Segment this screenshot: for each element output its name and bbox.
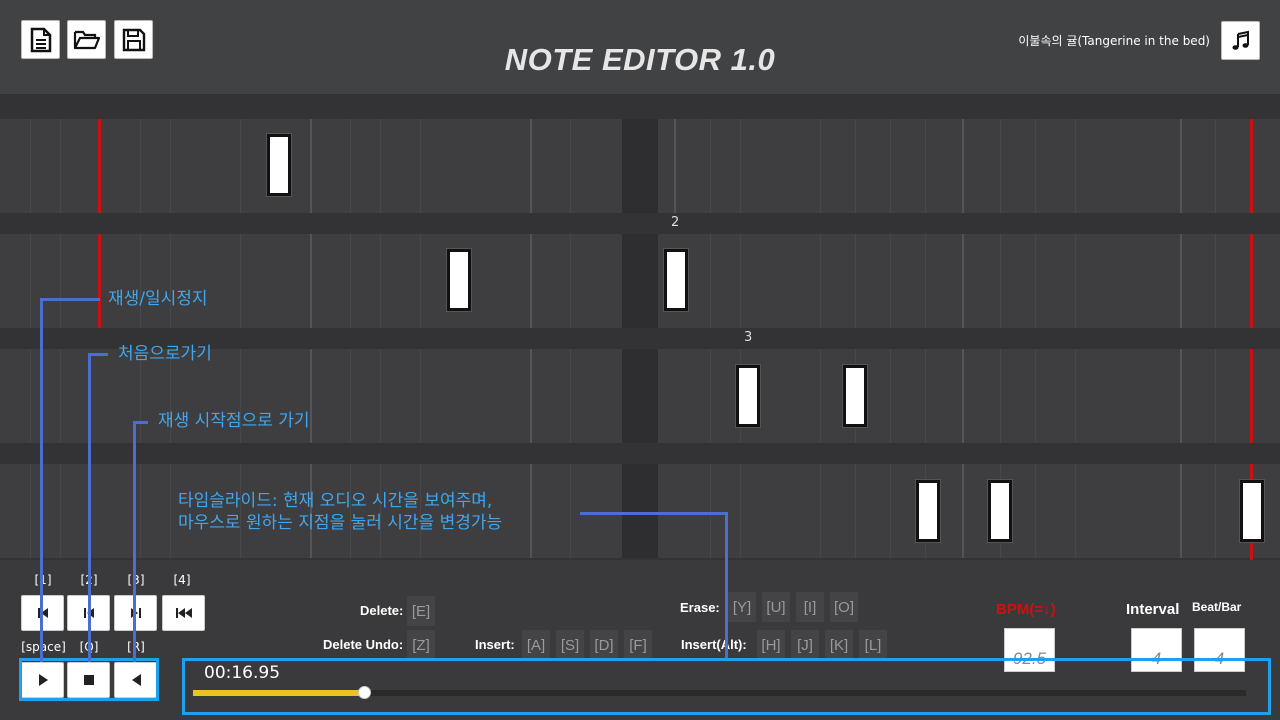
lane-row[interactable] [0,234,1280,328]
note[interactable] [842,364,868,428]
annotation-line [725,512,728,658]
note[interactable] [987,479,1013,543]
annotation-play-pause: 재생/일시정지 [108,289,208,309]
key-hint: [1] [34,573,52,587]
bpm-label: BPM(=↓) [996,601,1056,618]
fast-rewind-icon [175,608,192,618]
bar-line-red [1250,349,1253,443]
erase-label: Erase: [680,600,720,615]
annotation-line [88,353,108,356]
insert-label: Insert: [475,637,515,652]
note[interactable] [446,248,472,312]
insert-key: [F] [624,630,652,660]
note[interactable] [1239,479,1265,543]
note-editor-app: NOTE EDITOR 1.0 이불속의 귤(Tangerine in the … [0,0,1280,720]
key-hint: [4] [173,573,191,587]
annotation-line [40,298,43,662]
delete-key: [E] [407,596,435,626]
annotation-go-play-start: 재생 시작점으로 가기 [158,411,310,431]
insert-alt-label: Insert(Alt): [681,637,747,652]
erase-key: [U] [762,592,790,622]
annotation-time-slider-line1: 타임슬라이드: 현재 오디오 시간을 보여주며, [178,491,493,511]
transport-highlight-box [19,658,159,701]
annotation-time-slider-line2: 마우스로 원하는 지점을 눌러 시간을 변경가능 [178,513,503,533]
bar-line-red [98,119,101,213]
insert-alt-key: [J] [791,630,819,660]
bar-number: 2 [671,215,680,230]
delete-undo-label: Delete Undo: [323,637,404,652]
lane-row[interactable] [0,119,1280,213]
erase-key: [Y] [728,592,756,622]
bar-line-red [1250,119,1253,213]
song-title: 이불속의 귤(Tangerine in the bed) [1018,34,1210,48]
beat-per-bar-label: Beat/Bar [1192,600,1242,614]
erase-key: [O] [830,592,859,622]
key-hint: [R] [116,640,156,654]
insert-key: [S] [556,630,584,660]
time-slider-highlight-box [182,658,1271,715]
insert-alt-key: [K] [825,630,853,660]
annotation-line [40,298,100,301]
note[interactable] [915,479,941,543]
bar-line-red [1250,234,1253,328]
delete-undo-key: [Z] [407,630,435,660]
music-select-button[interactable] [1221,21,1260,60]
header: NOTE EDITOR 1.0 이불속의 귤(Tangerine in the … [0,0,1280,94]
note[interactable] [663,248,689,312]
annotation-line [88,353,91,662]
insert-alt-key: [L] [859,630,887,660]
erase-key: [I] [796,592,824,622]
annotation-go-start: 처음으로가기 [118,344,212,364]
annotation-line [133,421,136,662]
interval-label: Interval [1126,601,1180,618]
insert-alt-key: [H] [757,630,785,660]
key-hint: [3] [127,573,145,587]
delete-label: Delete: [360,603,404,618]
key-hint: [space] [21,640,66,654]
insert-key: [A] [522,630,550,660]
rewind-to-start-button[interactable] [162,595,205,631]
annotation-line [580,512,728,515]
note[interactable] [266,133,292,197]
bar-line-red [98,234,101,328]
insert-key: [D] [590,630,618,660]
music-note-icon [1232,30,1249,50]
annotation-line [133,421,148,424]
note[interactable] [735,364,761,428]
bar-number: 3 [744,330,753,345]
